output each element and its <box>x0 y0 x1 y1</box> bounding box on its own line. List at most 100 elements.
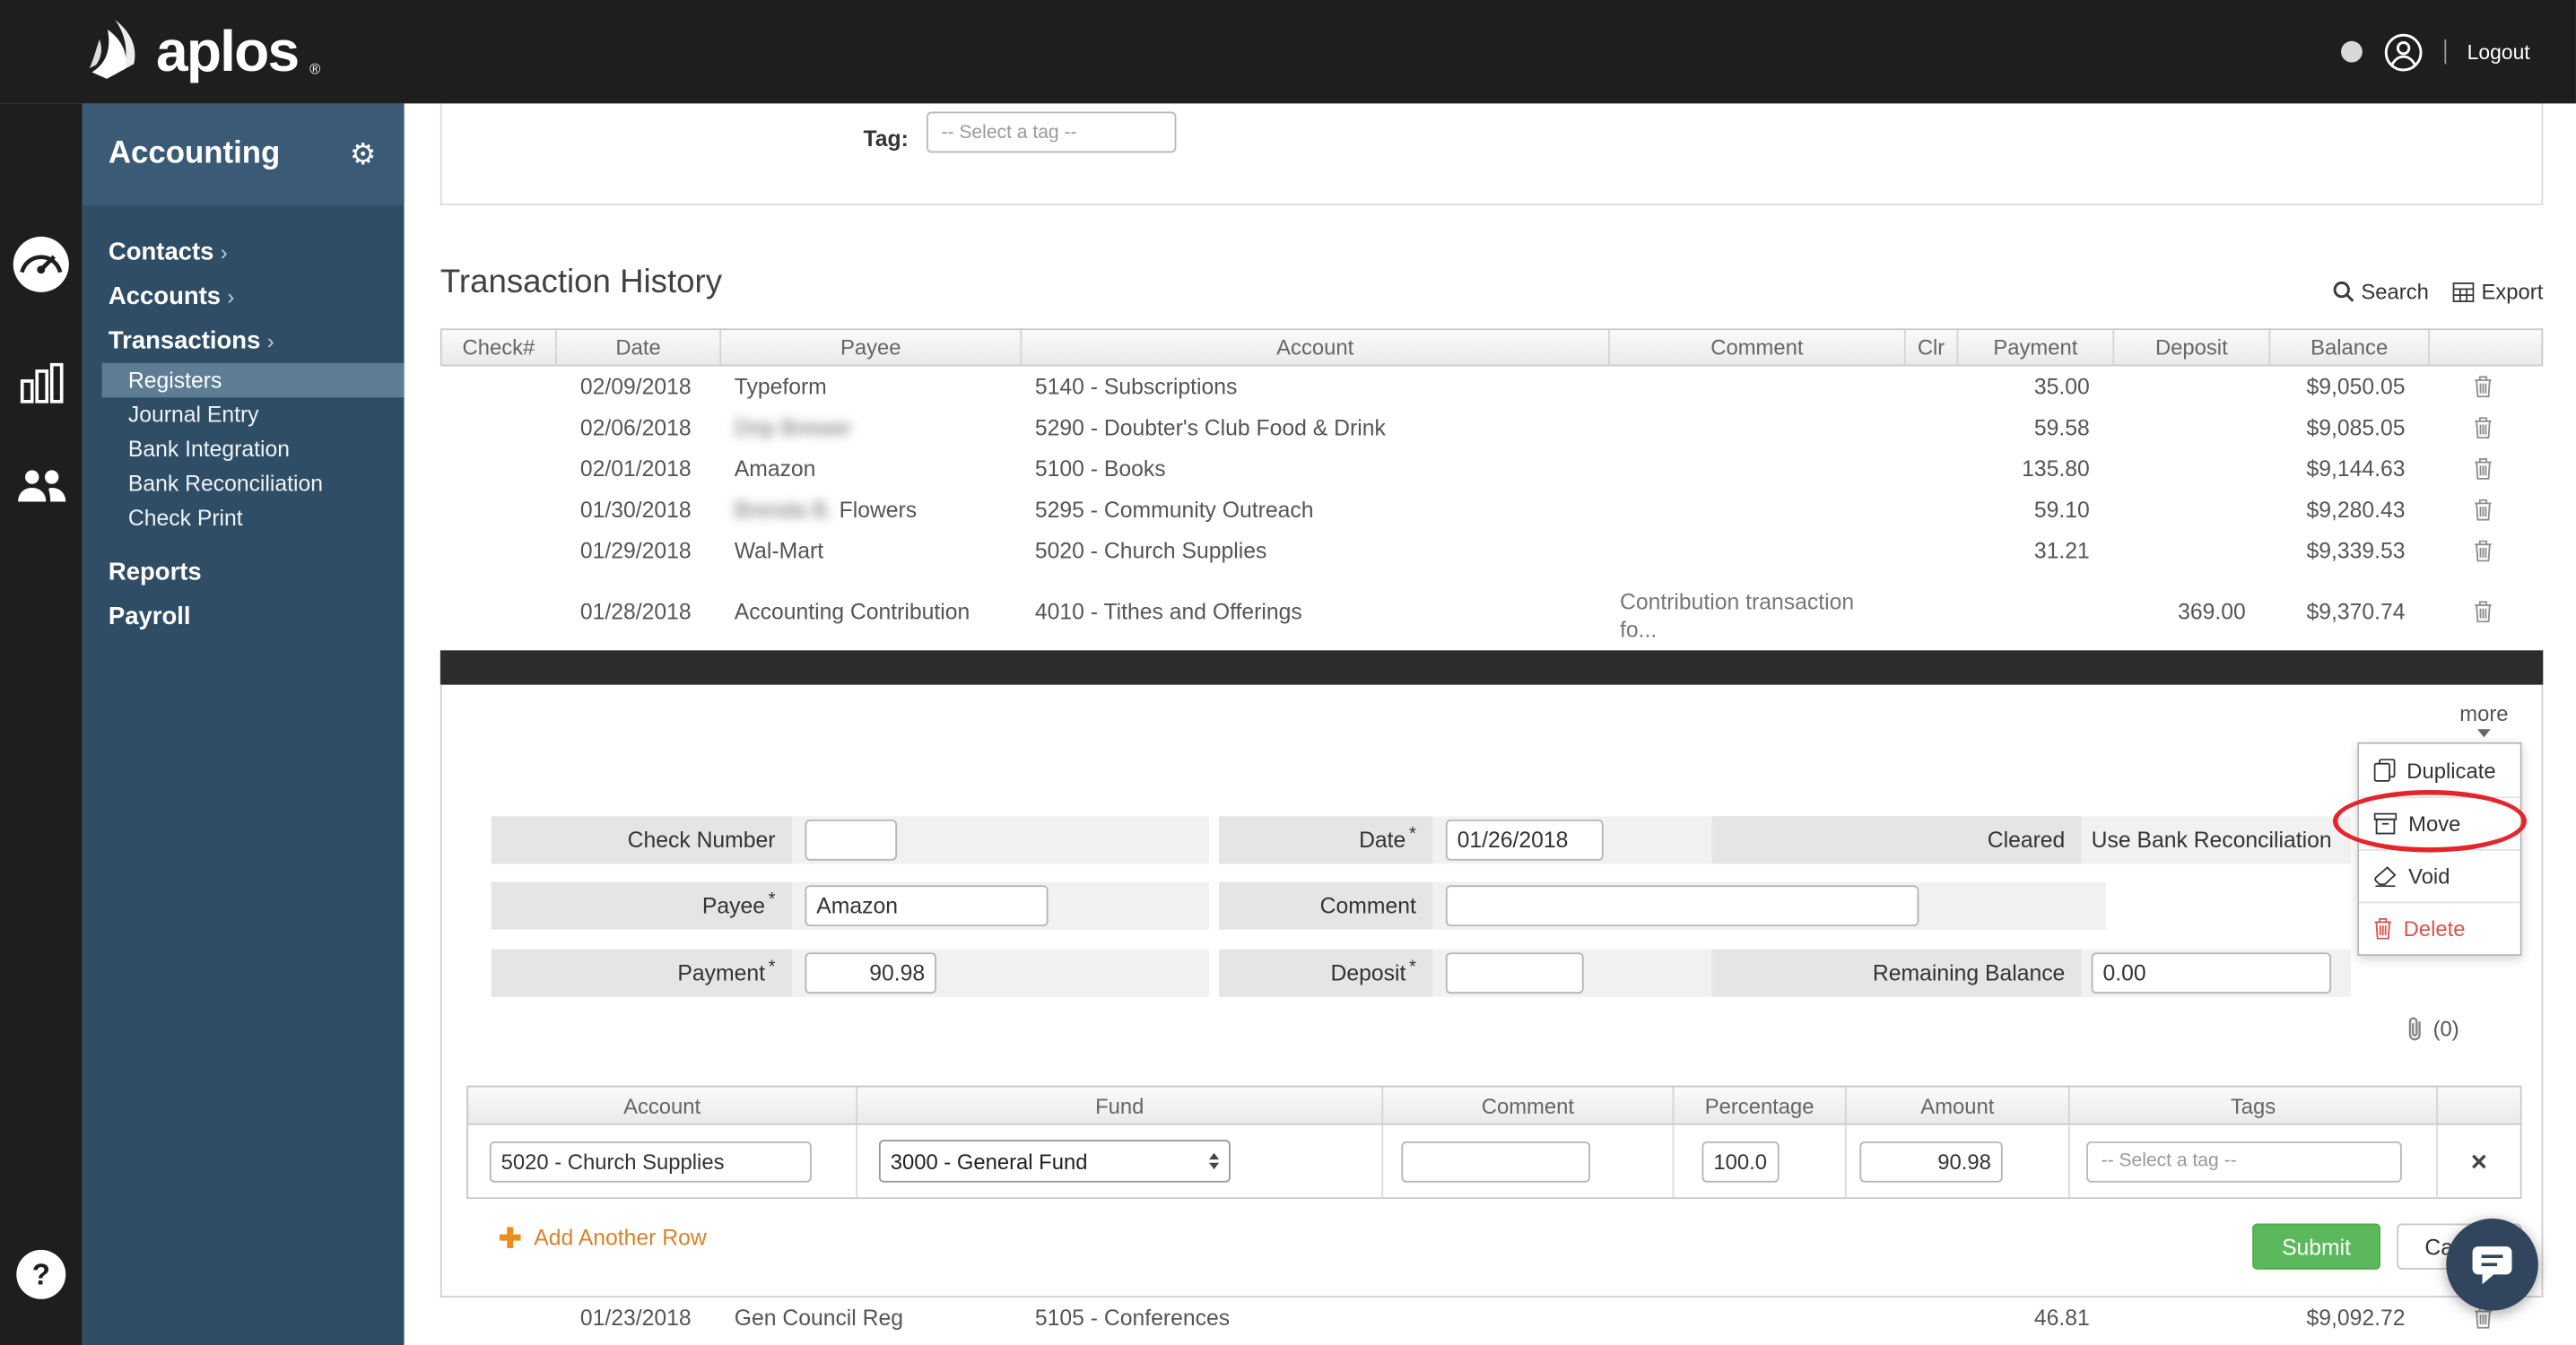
trash-icon[interactable] <box>2474 499 2492 521</box>
row-payee: Typeform <box>734 374 827 400</box>
trash-icon[interactable] <box>2474 376 2492 398</box>
sidebar-item-registers[interactable]: Registers <box>101 362 405 398</box>
icon-rail: ? ⚙ <box>0 103 83 1345</box>
row-account: 5105 - Conferences <box>1034 1306 1231 1331</box>
tag-label: Tag: <box>863 126 909 152</box>
required-marker: * <box>768 889 776 909</box>
annotation-ellipse <box>2332 789 2528 853</box>
check-number-input[interactable] <box>805 819 898 861</box>
payee-input[interactable] <box>805 885 1049 927</box>
col-payee: Payee <box>719 330 1020 365</box>
sidebar-item-transactions[interactable]: Transactions › <box>83 318 405 362</box>
help-icon[interactable]: ? <box>0 1249 83 1299</box>
col-payment: Payment <box>1956 330 2112 365</box>
sidebar-item-payroll[interactable]: Payroll <box>83 594 405 638</box>
split-percentage-input[interactable] <box>1701 1141 1780 1182</box>
sidebar-item-accounts[interactable]: Accounts › <box>83 274 405 318</box>
transaction-row[interactable]: 01/23/2018 Gen Council Reg 5105 - Confer… <box>439 1297 2544 1339</box>
date-input[interactable] <box>1445 819 1604 861</box>
row-payment: 46.81 <box>2033 1306 2090 1331</box>
add-another-row-link[interactable]: Add Another Row <box>499 1225 707 1250</box>
required-marker: * <box>768 956 776 976</box>
split-col-fund: Fund <box>856 1087 1381 1124</box>
remove-split-icon[interactable]: × <box>2471 1147 2487 1175</box>
export-button[interactable]: Export <box>2453 279 2543 304</box>
col-date: Date <box>555 330 719 365</box>
paperclip-icon <box>2408 1017 2421 1041</box>
transaction-editor-panel: more Duplicate Move Void Delete Check Nu… <box>439 684 2544 1297</box>
transaction-row[interactable]: 02/01/2018 Amazon 5100 - Books 135.80 $9… <box>439 448 2544 490</box>
bar-chart-icon[interactable] <box>0 362 83 404</box>
dashboard-gauge-icon[interactable] <box>0 235 83 294</box>
comment-input[interactable] <box>1445 885 1919 927</box>
col-actions <box>2428 330 2541 365</box>
row-deposit <box>2111 531 2267 572</box>
add-row-plus-icon <box>499 1227 521 1249</box>
accounting-settings-gear-icon[interactable]: ⚙ <box>350 140 377 169</box>
logout-link[interactable]: Logout <box>2467 40 2530 64</box>
menu-item-delete[interactable]: Delete <box>2359 901 2520 955</box>
sidebar-item-check-print[interactable]: Check Print <box>83 501 405 535</box>
sidebar-item-contacts[interactable]: Contacts › <box>83 230 405 273</box>
split-comment-input[interactable] <box>1401 1141 1590 1182</box>
row-balance: $9,085.05 <box>2306 415 2406 440</box>
more-menu-trigger[interactable]: more <box>2448 701 2520 738</box>
split-tags-select[interactable]: -- Select a tag -- <box>2086 1141 2402 1182</box>
split-account-input[interactable] <box>489 1141 812 1182</box>
transaction-row[interactable]: 02/09/2018 Typeform 5140 - Subscriptions… <box>439 366 2544 408</box>
tag-select[interactable]: -- Select a tag -- <box>927 111 1177 153</box>
chevron-right-icon: › <box>220 239 228 265</box>
transaction-row[interactable]: 01/30/2018 Brenda B. Flowers 5295 - Comm… <box>439 489 2544 531</box>
col-clr: Clr <box>1903 330 1957 365</box>
row-date: 01/23/2018 <box>579 1306 692 1331</box>
delete-trash-icon <box>2374 917 2391 940</box>
deposit-input[interactable] <box>1445 952 1584 994</box>
menu-item-duplicate[interactable]: Duplicate <box>2359 743 2520 797</box>
split-col-comment: Comment <box>1381 1087 1672 1124</box>
trash-icon[interactable] <box>2474 458 2492 480</box>
transaction-row[interactable]: 01/29/2018 Wal-Mart 5020 - Church Suppli… <box>439 530 2544 572</box>
row-account: 5020 - Church Supplies <box>1034 538 1267 564</box>
divider <box>2443 39 2446 65</box>
payment-input[interactable] <box>805 952 937 994</box>
transaction-row[interactable]: 01/28/2018 Accounting Contribution 4010 … <box>439 571 2544 651</box>
attachments-toggle[interactable]: (0) <box>2405 1015 2459 1043</box>
row-date: 01/28/2018 <box>579 598 692 624</box>
fund-select[interactable]: 3000 - General Fund <box>878 1140 1231 1183</box>
user-avatar-icon[interactable] <box>2383 32 2423 72</box>
row-payment: 31.21 <box>2033 538 2090 564</box>
sidebar-item-bank-integration[interactable]: Bank Integration <box>83 432 405 466</box>
row-payee: Brenda B. Flowers <box>734 497 918 523</box>
trash-icon[interactable] <box>2474 600 2492 622</box>
search-button[interactable]: Search <box>2333 279 2429 304</box>
split-row: 3000 - General Fund -- Select a tag -- × <box>468 1124 2520 1198</box>
remaining-balance-input[interactable] <box>2091 952 2332 994</box>
row-deposit <box>2111 448 2267 490</box>
sidebar-item-journal-entry[interactable]: Journal Entry <box>83 397 405 431</box>
row-account: 5295 - Community Outreach <box>1034 497 1314 523</box>
split-lines-table: Account Fund Comment Percentage Amount T… <box>466 1085 2522 1200</box>
sidebar-header: Accounting ⚙ <box>82 103 405 205</box>
split-amount-input[interactable] <box>1859 1141 2003 1182</box>
sidebar-item-reports[interactable]: Reports <box>83 551 405 594</box>
row-deposit <box>2111 407 2267 448</box>
chat-launcher[interactable] <box>2446 1219 2538 1311</box>
trash-icon[interactable] <box>2474 417 2492 439</box>
sidebar-item-bank-reconciliation[interactable]: Bank Reconciliation <box>83 466 405 500</box>
menu-item-void[interactable]: Void <box>2359 848 2520 902</box>
trash-icon[interactable] <box>2474 540 2492 562</box>
row-date: 01/29/2018 <box>579 538 692 564</box>
row-balance: $9,050.05 <box>2306 374 2406 400</box>
row-payment: 35.00 <box>2033 374 2090 400</box>
row-date: 02/01/2018 <box>579 456 692 482</box>
row-balance: $9,280.43 <box>2306 497 2406 523</box>
row-account: 5290 - Doubter's Club Food & Drink <box>1034 415 1386 440</box>
comment-label: Comment <box>1219 881 1433 930</box>
selected-row-bar[interactable] <box>439 650 2544 685</box>
transaction-row[interactable]: 02/06/2018 Drip Brewer 5290 - Doubter's … <box>439 407 2544 449</box>
row-balance: $9,339.53 <box>2306 538 2406 564</box>
contacts-people-icon[interactable] <box>0 468 83 504</box>
aplos-flame-icon <box>89 19 135 79</box>
duplicate-icon <box>2373 759 2396 782</box>
submit-button[interactable]: Submit <box>2252 1223 2380 1270</box>
